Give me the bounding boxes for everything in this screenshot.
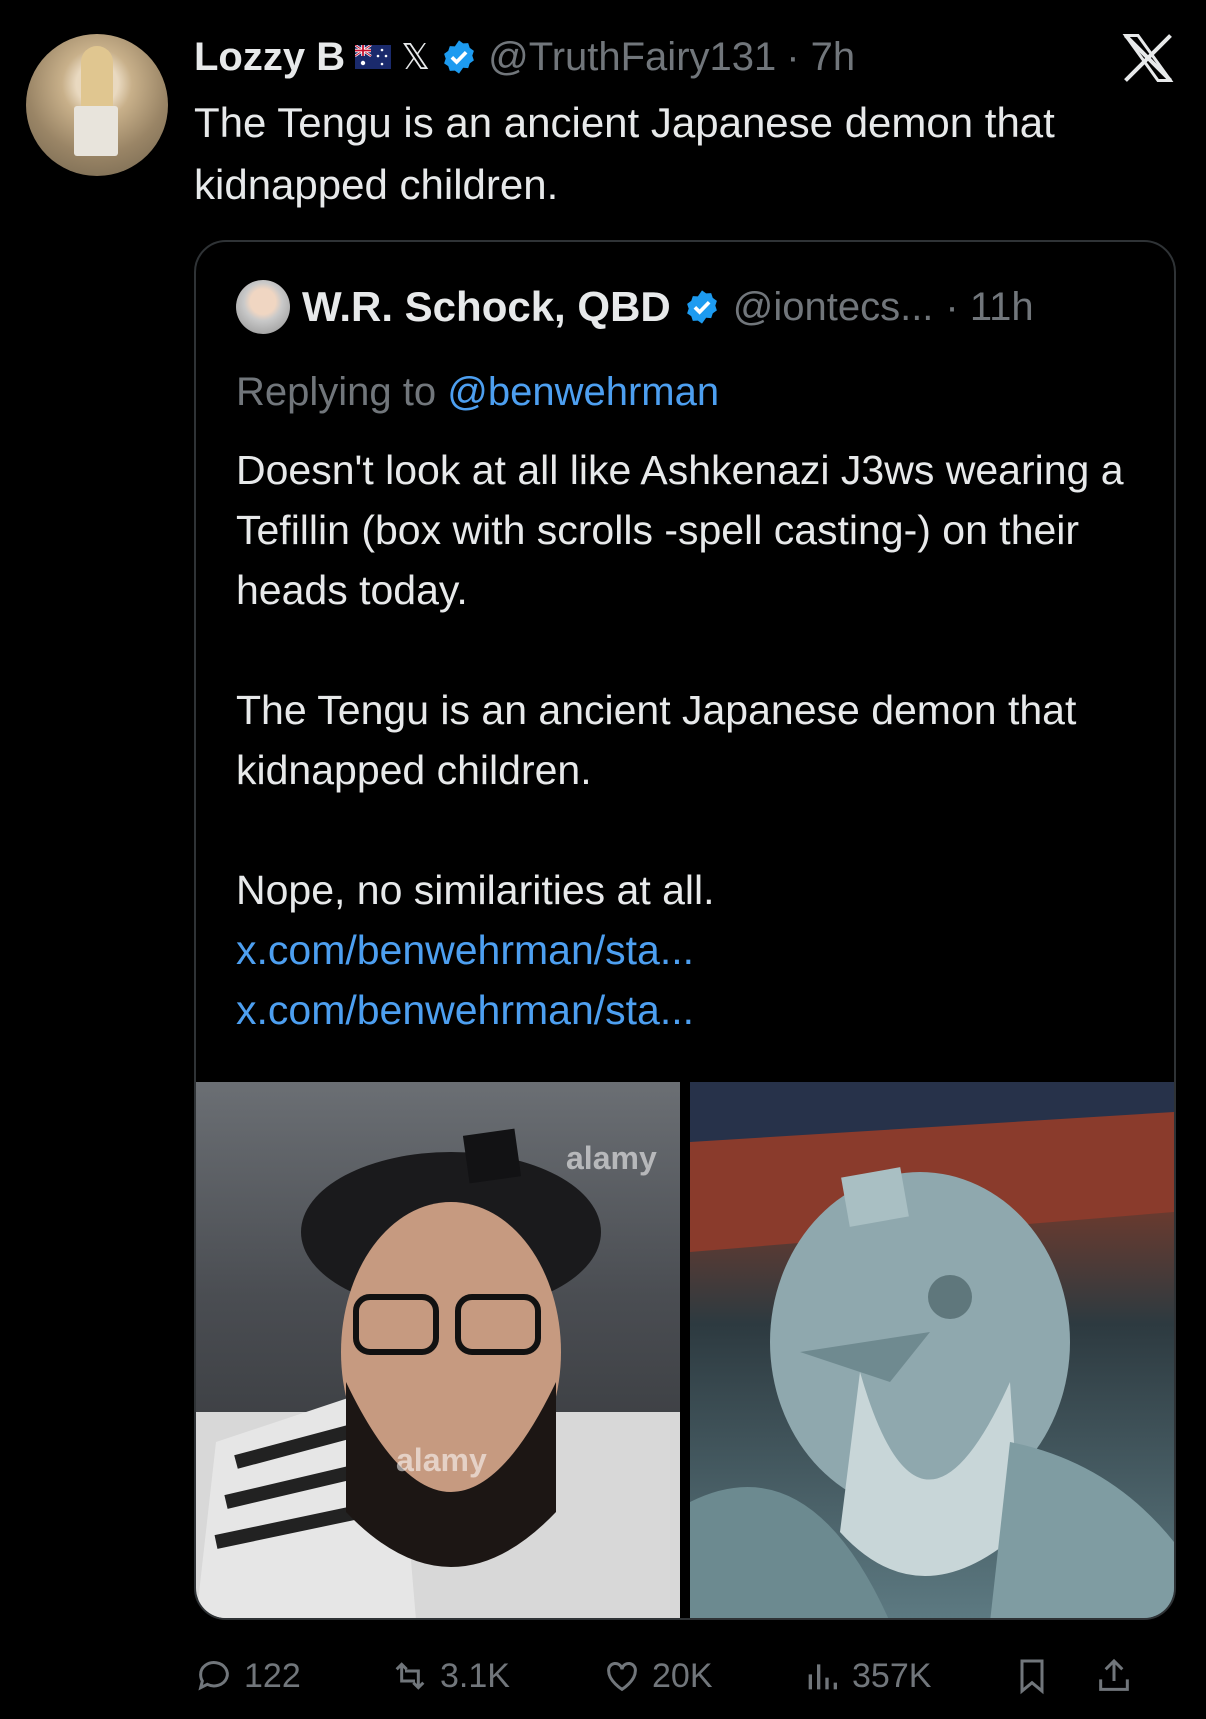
author-handle[interactable]: @TruthFairy131 — [488, 35, 776, 80]
verified-badge-icon — [686, 290, 717, 324]
like-count: 20K — [652, 1656, 713, 1695]
tweet-text: The Tengu is an ancient Japanese demon t… — [194, 99, 1055, 208]
repost-count: 3.1K — [440, 1656, 510, 1695]
photo-man-tefillin[interactable]: alamy alamy — [196, 1082, 680, 1618]
author-name[interactable]: Lozzy B — [194, 35, 345, 80]
quote-link-2[interactable]: x.com/benwehrman/sta... — [236, 987, 694, 1033]
x-emoji: 𝕏 — [401, 36, 431, 77]
quote-author-avatar[interactable] — [236, 280, 290, 334]
reply-button[interactable]: 122 — [194, 1656, 390, 1696]
tengu-illustration — [690, 1082, 1174, 1618]
quoted-tweet[interactable]: W.R. Schock, QBD @iontecs... · 11h Reply… — [194, 240, 1176, 1620]
australia-flag-icon — [355, 45, 392, 69]
quote-paragraph-2: The Tengu is an ancient Japanese demon t… — [236, 687, 1077, 793]
tweet-header: Lozzy B 𝕏 @TruthFairy131 · 7h — [194, 30, 855, 84]
avatar-sign — [74, 106, 118, 156]
repost-icon — [395, 1662, 425, 1690]
photo-tengu-statue[interactable] — [690, 1082, 1174, 1618]
quote-body: Doesn't look at all like Ashkenazi J3ws … — [236, 440, 1146, 1040]
quote-link-1[interactable]: x.com/benwehrman/sta... — [236, 927, 694, 973]
quote-author-handle[interactable]: @iontecs... — [733, 285, 934, 330]
repost-button[interactable]: 3.1K — [390, 1656, 602, 1696]
tweet-actions: 122 3.1K 20K 357K — [194, 1648, 1176, 1704]
share-button[interactable] — [1094, 1656, 1144, 1696]
quote-paragraph-1: Doesn't look at all like Ashkenazi J3ws … — [236, 447, 1124, 613]
alamy-watermark: alamy — [566, 1140, 657, 1176]
views-icon — [808, 1664, 837, 1690]
bookmark-icon — [1020, 1659, 1044, 1695]
quote-time[interactable]: · 11h — [945, 285, 1033, 330]
reply-count: 122 — [244, 1656, 301, 1695]
share-icon — [1099, 1658, 1129, 1691]
quote-media: alamy alamy — [196, 1082, 1174, 1618]
tweet-time[interactable]: · 7h — [786, 35, 855, 80]
replying-mention-link[interactable]: @benwehrman — [447, 370, 719, 414]
like-icon — [607, 1662, 637, 1692]
alamy-watermark: alamy — [396, 1442, 487, 1478]
author-avatar[interactable] — [26, 34, 168, 176]
verified-badge-icon — [444, 40, 475, 74]
quote-header: W.R. Schock, QBD @iontecs... · 11h — [236, 280, 1034, 334]
views-count: 357K — [852, 1656, 932, 1695]
x-logo-icon — [1122, 34, 1174, 82]
views-button[interactable]: 357K — [802, 1656, 1012, 1696]
like-button[interactable]: 20K — [602, 1656, 802, 1696]
bookmark-button[interactable] — [1012, 1656, 1094, 1696]
reply-icon — [198, 1661, 229, 1691]
quote-paragraph-3: Nope, no similarities at all. — [236, 867, 715, 913]
replying-label: Replying to — [236, 370, 437, 414]
replying-to: Replying to @benwehrman — [236, 370, 719, 415]
quote-author-name[interactable]: W.R. Schock, QBD — [302, 283, 671, 331]
